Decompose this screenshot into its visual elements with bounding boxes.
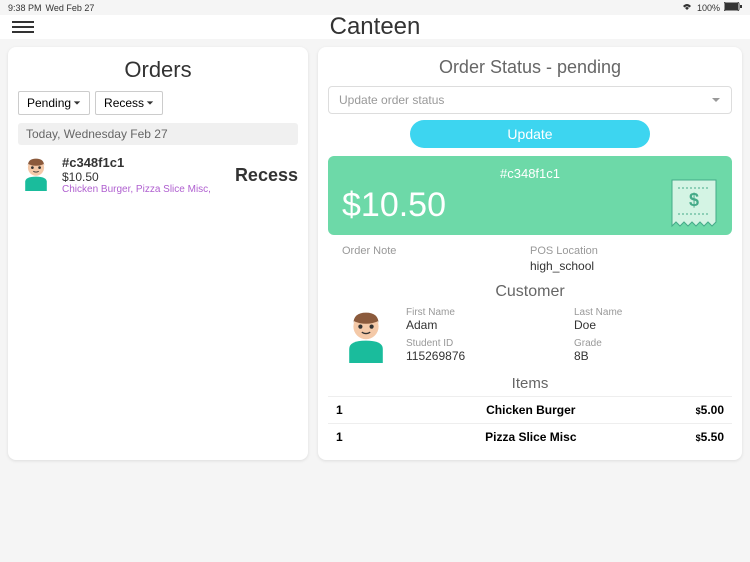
orders-panel: Orders Pending Recess Today, Wednesday F… bbox=[8, 47, 308, 460]
menu-icon[interactable] bbox=[12, 21, 34, 33]
receipt-icon: $ bbox=[670, 178, 718, 230]
item-qty: 1 bbox=[336, 403, 366, 417]
item-row: 1 Pizza Slice Misc $5.50 bbox=[328, 423, 732, 450]
item-name: Pizza Slice Misc bbox=[366, 430, 696, 444]
recess-filter-label: Recess bbox=[104, 96, 144, 110]
chevron-down-icon bbox=[73, 99, 81, 107]
card-order-id: #c348f1c1 bbox=[342, 166, 718, 181]
card-price: $10.50 bbox=[342, 186, 718, 225]
chevron-down-icon bbox=[711, 95, 721, 105]
pos-location-value: high_school bbox=[530, 259, 718, 273]
status-time: 9:38 PM bbox=[8, 3, 42, 13]
customer-title: Customer bbox=[328, 283, 732, 301]
item-row: 1 Chicken Burger $5.00 bbox=[328, 396, 732, 423]
status-title: Order Status - pending bbox=[328, 57, 732, 78]
student-id-label: Student ID bbox=[406, 338, 554, 349]
status-select-placeholder: Update order status bbox=[339, 93, 444, 107]
battery-percent: 100% bbox=[697, 3, 720, 13]
item-price: $5.50 bbox=[696, 430, 724, 444]
avatar-icon bbox=[338, 307, 394, 363]
items-title: Items bbox=[328, 371, 732, 396]
pending-filter-label: Pending bbox=[27, 96, 71, 110]
grade-value: 8B bbox=[574, 349, 722, 363]
battery-icon bbox=[724, 2, 742, 13]
order-card: #c348f1c1 $10.50 $ bbox=[328, 156, 732, 235]
pending-filter[interactable]: Pending bbox=[18, 91, 90, 115]
pos-location-label: POS Location bbox=[530, 245, 718, 257]
order-list-item[interactable]: #c348f1c1 $10.50 Chicken Burger, Pizza S… bbox=[18, 150, 298, 200]
last-name-value: Doe bbox=[574, 318, 722, 332]
wifi-icon bbox=[681, 2, 693, 13]
chevron-down-icon bbox=[146, 99, 154, 107]
first-name-value: Adam bbox=[406, 318, 554, 332]
grade-label: Grade bbox=[574, 338, 722, 349]
avatar-icon bbox=[18, 155, 54, 191]
orders-title: Orders bbox=[18, 57, 298, 83]
item-name: Chicken Burger bbox=[366, 403, 696, 417]
update-button[interactable]: Update bbox=[410, 120, 650, 148]
item-price: $5.00 bbox=[696, 403, 724, 417]
svg-text:$: $ bbox=[689, 190, 699, 210]
status-panel: Order Status - pending Update order stat… bbox=[318, 47, 742, 460]
app-header: Canteen bbox=[0, 15, 750, 39]
status-select[interactable]: Update order status bbox=[328, 86, 732, 114]
recess-filter[interactable]: Recess bbox=[95, 91, 163, 115]
order-price: $10.50 bbox=[62, 170, 227, 184]
app-title: Canteen bbox=[330, 13, 421, 41]
item-qty: 1 bbox=[336, 430, 366, 444]
student-id-value: 115269876 bbox=[406, 349, 554, 363]
first-name-label: First Name bbox=[406, 307, 554, 318]
order-items-summary: Chicken Burger, Pizza Slice Misc, bbox=[62, 184, 227, 195]
status-date: Wed Feb 27 bbox=[46, 3, 95, 13]
order-tag: Recess bbox=[235, 165, 298, 186]
order-note-label: Order Note bbox=[342, 245, 530, 257]
date-header: Today, Wednesday Feb 27 bbox=[18, 123, 298, 145]
order-id: #c348f1c1 bbox=[62, 155, 227, 170]
last-name-label: Last Name bbox=[574, 307, 722, 318]
